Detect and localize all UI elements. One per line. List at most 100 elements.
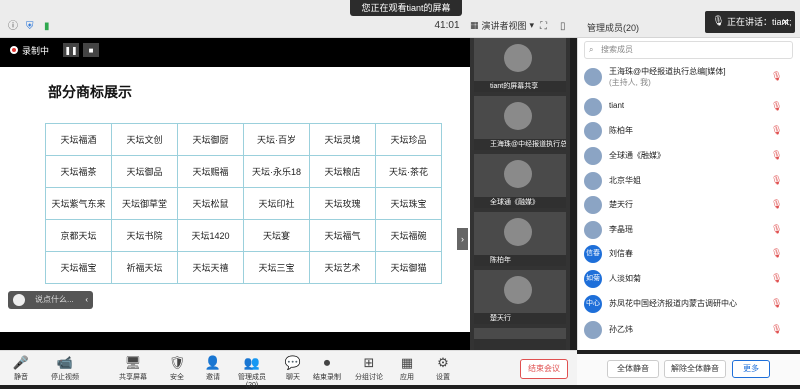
table-cell: 天坛御猫	[375, 251, 442, 284]
view-mode-button[interactable]: ▦ 演讲者视图 ▾	[470, 19, 534, 32]
bottom-toolbar: 🎤 静音 📹 停止视频 🖥 共享屏幕 🛡 安全 👤 邀请 👥 管理成员(20) 💬 聊天 ⏺ 结束录制 ⊞ 分组讨…	[0, 350, 577, 389]
list-item[interactable]: 楚天行 🎙	[578, 193, 800, 217]
signal-icon[interactable]: ▮	[44, 21, 50, 33]
mic-muted-icon[interactable]: 🎙	[771, 199, 782, 211]
video-tile[interactable]: 陈柏年	[474, 212, 566, 266]
mic-muted-icon[interactable]: 🎙	[771, 125, 782, 137]
pause-recording-button[interactable]: ❚❚	[63, 43, 80, 57]
table-cell: 天坛福茶	[45, 155, 112, 188]
table-cell: 天坛珠宝	[375, 187, 442, 220]
table-cell: 天坛珍品	[375, 123, 442, 156]
avatar	[504, 160, 532, 188]
video-tile[interactable]: 全球通《融媒》	[474, 154, 566, 208]
stop-recording-button[interactable]: ■	[83, 43, 100, 57]
table-cell: 天坛三宝	[243, 251, 310, 284]
table-cell: 天坛御草堂	[111, 187, 178, 220]
list-item[interactable]: 北京华姐 🎙	[578, 169, 800, 193]
comment-input[interactable]: 说点什么... ‹	[8, 291, 93, 309]
video-tile[interactable]: 楚天行	[474, 270, 566, 324]
shield-icon[interactable]: ⛨	[26, 21, 34, 33]
collapse-handle[interactable]: ›	[457, 228, 468, 250]
speaking-toast: 🎙 正在讲话：tiant; ✕	[705, 11, 795, 33]
participant-name: 陈柏年	[609, 126, 633, 135]
toolbar-button[interactable]: 🎤 静音	[6, 354, 36, 382]
close-icon[interactable]: ✕	[781, 11, 789, 33]
end-meeting-button[interactable]: 结束会议	[520, 359, 568, 379]
avatar	[584, 122, 602, 140]
toolbar-button[interactable]: ▦ 应用	[392, 354, 422, 382]
list-item[interactable]: tiant 🎙	[578, 95, 800, 119]
mic-muted-icon[interactable]: 🎙	[771, 298, 782, 310]
mic-muted-icon[interactable]: 🎙	[771, 101, 782, 113]
list-item[interactable]: 李晶瑶 🎙	[578, 218, 800, 242]
participant-name: 北京华姐	[609, 176, 641, 185]
toolbar-button[interactable]: 👤 邀请	[198, 354, 228, 382]
tile-caption: 全球通《融媒》	[474, 197, 566, 208]
mute-all-button[interactable]: 全体静音	[607, 360, 659, 378]
table-cell: 祈福天坛	[111, 251, 178, 284]
avatar	[584, 68, 602, 86]
toolbar-button[interactable]: ⚙ 设置	[428, 354, 458, 382]
table-row: 京都天坛 天坛书院 天坛1420 天坛宴 天坛福气 天坛福碗	[45, 219, 442, 252]
list-item[interactable]: 中心 苏凤花中国经济报道内蒙古调研中心 🎙	[578, 292, 800, 316]
list-item[interactable]: 信春 刘信春 🎙	[578, 242, 800, 266]
tile-caption: tiant的屏幕共享	[474, 81, 566, 92]
table-cell: 天坛玫瑰	[309, 187, 376, 220]
recording-label: 录制中	[22, 45, 50, 56]
tile-caption: 王海珠@中经报道执行总编	[474, 139, 566, 150]
toolbar-button[interactable]: 🛡 安全	[162, 354, 192, 382]
toolbar-icon: 👥	[243, 355, 261, 370]
search-placeholder: 搜索成员	[601, 45, 633, 54]
video-tile[interactable]	[474, 328, 566, 350]
search-input[interactable]: ⌕ 搜索成员	[584, 41, 793, 59]
table-cell: 天坛1420	[177, 219, 244, 252]
tile-caption: 陈柏年	[474, 255, 566, 266]
table-cell: 天坛宴	[243, 219, 310, 252]
participant-name: 王海珠@中经报道执行总编[媒体]	[609, 67, 726, 76]
avatar	[504, 276, 532, 304]
list-item[interactable]: 全球通《融媒》 🎙	[578, 144, 800, 168]
toolbar-button[interactable]: 💬 聊天	[278, 354, 308, 382]
info-icon[interactable]: ⓘ	[8, 21, 18, 33]
mic-muted-icon[interactable]: 🎙	[771, 150, 782, 162]
table-cell: 天坛·永乐18	[243, 155, 310, 188]
participant-name: 人淡如菊	[609, 274, 641, 283]
toolbar-button[interactable]: ⏺ 结束录制	[312, 354, 342, 382]
participant-name: 楚天行	[609, 200, 633, 209]
tile-caption	[474, 339, 566, 350]
toolbar-button[interactable]: 👥 管理成员(20)	[232, 354, 272, 389]
panel-toggle-icon[interactable]: ▯	[560, 21, 566, 33]
list-item[interactable]: 陈柏年 🎙	[578, 119, 800, 143]
toolbar-button[interactable]: 📹 停止视频	[50, 354, 80, 382]
chevron-left-icon[interactable]: ‹	[85, 291, 88, 309]
video-tile[interactable]: 王海珠@中经报道执行总编	[474, 96, 566, 150]
toolbar-icon: ⏺	[323, 355, 331, 370]
mic-muted-icon[interactable]: 🎙	[771, 273, 782, 285]
mic-muted-icon[interactable]: 🎙	[771, 71, 782, 83]
avatar	[504, 218, 532, 246]
table-row: 天坛福宝 祈福天坛 天坛天禧 天坛三宝 天坛艺术 天坛御猫	[45, 251, 442, 284]
slide-title: 部分商标展示	[48, 84, 132, 100]
tile-caption: 楚天行	[474, 313, 566, 324]
list-item[interactable]: 孙乙炜 🎙	[578, 318, 800, 342]
mic-muted-icon[interactable]: 🎙	[771, 248, 782, 260]
meeting-timer: 41:01	[434, 20, 460, 31]
list-item[interactable]: 王海珠@中经报道执行总编[媒体] (主持人, 我) 🎙	[578, 65, 800, 89]
toolbar-button[interactable]: 🖥 共享屏幕	[118, 354, 148, 382]
mic-muted-icon[interactable]: 🎙	[771, 175, 782, 187]
table-cell: 天坛·百岁	[243, 123, 310, 156]
fullscreen-icon[interactable]: ⛶	[540, 21, 547, 33]
comment-placeholder: 说点什么...	[35, 295, 74, 304]
table-cell: 天坛印社	[243, 187, 310, 220]
toolbar-icon: 🛡	[168, 355, 186, 370]
mic-muted-icon[interactable]: 🎙	[771, 324, 782, 336]
toolbar-icon: 📹	[56, 355, 74, 370]
list-item[interactable]: 如菊 人淡如菊 🎙	[578, 267, 800, 291]
video-tile[interactable]: tiant的屏幕共享	[474, 38, 566, 92]
participants-panel: ⌕ 搜索成员 王海珠@中经报道执行总编[媒体] (主持人, 我) 🎙 tiant 🎙 陈柏…	[577, 38, 800, 350]
toolbar-button[interactable]: ⊞ 分组讨论	[354, 354, 384, 382]
recording-bar: 录制中 ❚❚ ■	[4, 41, 100, 59]
mic-muted-icon[interactable]: 🎙	[771, 224, 782, 236]
unmute-all-button[interactable]: 解除全体静音	[664, 360, 726, 378]
more-button[interactable]: 更多	[732, 360, 770, 378]
